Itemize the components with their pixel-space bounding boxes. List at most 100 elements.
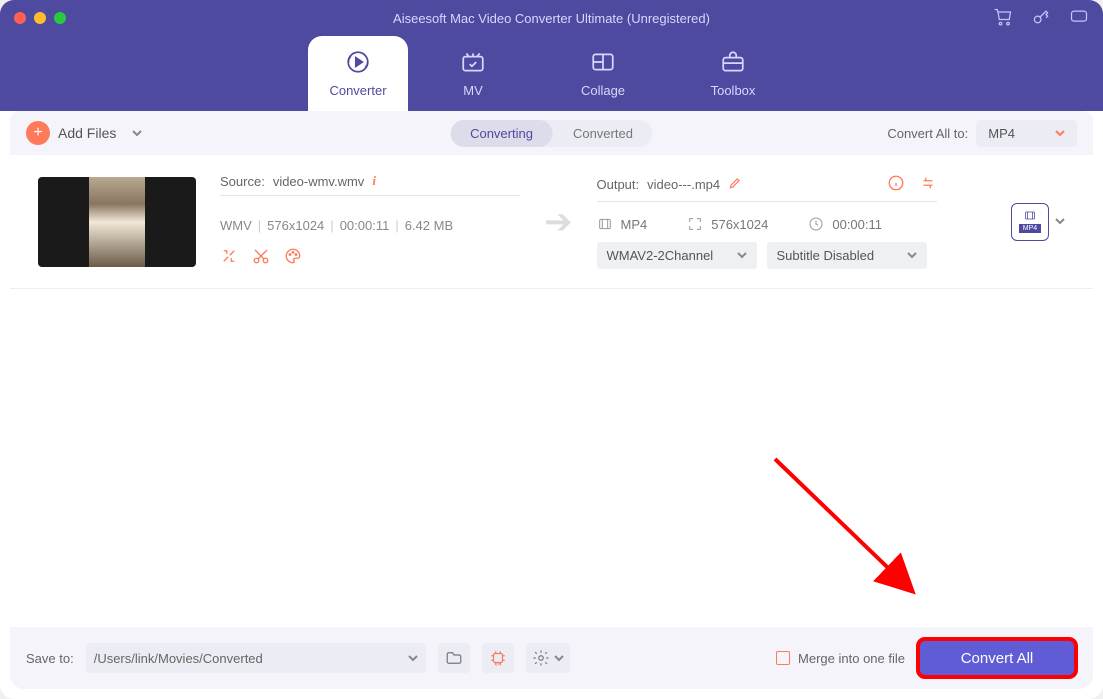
output-duration-item: 00:00:11: [808, 216, 882, 232]
convert-all-to: Convert All to: MP4: [887, 120, 1077, 147]
expand-icon: [687, 216, 703, 232]
merge-label: Merge into one file: [798, 651, 905, 666]
tab-toolbox-label: Toolbox: [711, 83, 756, 98]
tab-converter[interactable]: Converter: [308, 36, 408, 111]
audio-dropdown-value: WMAV2-2Channel: [607, 248, 714, 263]
titlebar: Aiseesoft Mac Video Converter Ultimate (…: [0, 0, 1103, 36]
info-circle-icon[interactable]: [887, 174, 905, 195]
app-window: Aiseesoft Mac Video Converter Ultimate (…: [0, 0, 1103, 699]
gear-icon: [532, 649, 550, 667]
output-resolution-item: 576x1024: [687, 216, 768, 232]
clock-icon: [808, 216, 824, 232]
source-size: 6.42 MB: [395, 218, 453, 233]
tab-mv[interactable]: MV: [408, 36, 538, 111]
add-files-label: Add Files: [58, 125, 116, 141]
tab-mv-label: MV: [463, 83, 483, 98]
output-meta: MP4 576x1024 00:00:11: [597, 216, 937, 232]
checkbox-icon: [776, 651, 790, 665]
file-row: Source: video-wmv.wmv i WMV 576x1024 00:…: [10, 155, 1093, 289]
segment-control: Converting Converted: [450, 120, 653, 147]
subtitle-dropdown[interactable]: Subtitle Disabled: [767, 242, 927, 269]
source-line: Source: video-wmv.wmv i: [220, 173, 520, 196]
merge-checkbox[interactable]: Merge into one file: [776, 651, 905, 666]
chevron-down-icon: [1055, 126, 1065, 141]
edit-icon[interactable]: [728, 176, 742, 193]
output-format-tile-label: MP4: [1019, 224, 1041, 233]
arrow-right-icon: ➔: [544, 202, 573, 242]
output-filename: video---.mp4: [647, 177, 720, 192]
format-chevron-icon[interactable]: [1055, 213, 1065, 231]
topbar: + Add Files Converting Converted Convert…: [10, 111, 1093, 155]
output-duration: 00:00:11: [832, 217, 882, 232]
tab-collage-label: Collage: [581, 83, 625, 98]
source-label: Source:: [220, 174, 265, 189]
cart-icon[interactable]: [993, 7, 1013, 30]
key-icon[interactable]: [1031, 7, 1051, 30]
maximize-window-button[interactable]: [54, 12, 66, 24]
window-title: Aiseesoft Mac Video Converter Ultimate (…: [393, 11, 710, 26]
svg-text:ON: ON: [494, 662, 501, 667]
gpu-accel-button[interactable]: ON: [482, 643, 514, 673]
feedback-icon[interactable]: [1069, 7, 1089, 30]
convert-all-to-dropdown[interactable]: MP4: [976, 120, 1077, 147]
save-to-label: Save to:: [26, 651, 74, 666]
cut-icon[interactable]: [252, 247, 270, 270]
enhance-icon[interactable]: [919, 174, 937, 195]
navbar: Converter MV Collage Toolbox: [0, 36, 1103, 111]
add-files-chevron-icon[interactable]: [132, 125, 142, 141]
source-duration: 00:00:11: [330, 218, 389, 233]
file-list: Source: video-wmv.wmv i WMV 576x1024 00:…: [10, 155, 1093, 634]
output-format-item: MP4: [597, 216, 648, 232]
chevron-down-icon: [737, 248, 747, 263]
save-path-value: /Users/link/Movies/Converted: [94, 651, 263, 666]
convert-all-button[interactable]: Convert All: [917, 638, 1077, 678]
plus-icon: +: [26, 121, 50, 145]
source-resolution: 576x1024: [258, 218, 325, 233]
chevron-down-icon: [408, 651, 418, 666]
traffic-lights: [14, 12, 66, 24]
output-resolution: 576x1024: [711, 217, 768, 232]
output-selects: WMAV2-2Channel Subtitle Disabled: [597, 242, 937, 269]
output-format-box: MP4: [1011, 203, 1065, 241]
output-line: Output: video---.mp4: [597, 174, 937, 202]
settings-button[interactable]: [526, 643, 570, 673]
output-format-tile[interactable]: MP4: [1011, 203, 1049, 241]
output-line-actions: [887, 174, 937, 195]
palette-icon[interactable]: [284, 247, 302, 270]
output-format: MP4: [621, 217, 648, 232]
segment-converting[interactable]: Converting: [450, 120, 553, 147]
output-label: Output:: [597, 177, 640, 192]
audio-dropdown[interactable]: WMAV2-2Channel: [597, 242, 757, 269]
source-tools: [220, 247, 520, 270]
add-files-button[interactable]: + Add Files: [26, 121, 142, 145]
titlebar-actions: [993, 7, 1089, 30]
close-window-button[interactable]: [14, 12, 26, 24]
source-filename: video-wmv.wmv: [273, 174, 365, 189]
chevron-down-icon: [907, 248, 917, 263]
tab-toolbox[interactable]: Toolbox: [668, 36, 798, 111]
chip-icon: ON: [489, 649, 507, 667]
minimize-window-button[interactable]: [34, 12, 46, 24]
bottombar: Save to: /Users/link/Movies/Converted ON…: [10, 627, 1093, 689]
info-icon[interactable]: i: [372, 173, 376, 189]
save-path-dropdown[interactable]: /Users/link/Movies/Converted: [86, 643, 426, 673]
open-folder-button[interactable]: [438, 643, 470, 673]
film-icon: [597, 216, 613, 232]
source-format: WMV: [220, 218, 252, 233]
convert-all-to-label: Convert All to:: [887, 126, 968, 141]
output-column: Output: video---.mp4 MP4 576x1: [597, 174, 937, 269]
convert-all-to-value: MP4: [988, 126, 1015, 141]
source-column: Source: video-wmv.wmv i WMV 576x1024 00:…: [220, 173, 520, 270]
source-meta: WMV 576x1024 00:00:11 6.42 MB: [220, 218, 520, 233]
subtitle-dropdown-value: Subtitle Disabled: [777, 248, 875, 263]
film-icon: [1022, 210, 1038, 222]
convert-all-label: Convert All: [961, 650, 1034, 667]
tab-collage[interactable]: Collage: [538, 36, 668, 111]
chevron-down-icon: [554, 651, 564, 666]
folder-icon: [445, 649, 463, 667]
segment-converted[interactable]: Converted: [553, 120, 653, 147]
thumbnail-image: [89, 177, 145, 267]
video-thumbnail[interactable]: [38, 177, 196, 267]
tab-converter-label: Converter: [329, 83, 386, 98]
compress-icon[interactable]: [220, 247, 238, 270]
